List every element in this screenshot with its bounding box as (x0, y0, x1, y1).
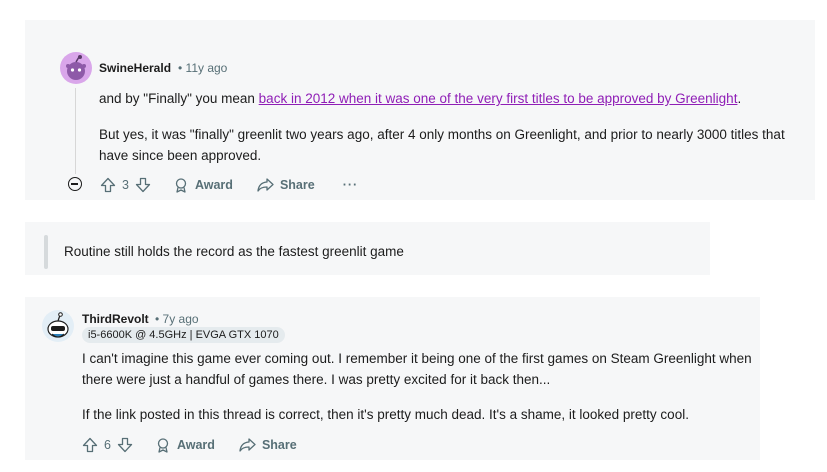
user-flair: i5-6600K @ 4.5GHz | EVGA GTX 1070 (82, 327, 285, 343)
thread-line[interactable] (75, 88, 76, 174)
comment-author[interactable]: SwineHerald (99, 61, 171, 75)
avatar[interactable] (60, 52, 92, 84)
comment-body-paragraph: I can't imagine this game ever coming ou… (82, 351, 752, 387)
upvote-icon[interactable] (82, 437, 98, 453)
snoo-avatar-icon (47, 312, 69, 338)
collapse-thread-icon[interactable] (68, 177, 82, 191)
comment-actions: 3 Award Share ··· (100, 177, 358, 193)
share-icon (257, 178, 274, 192)
award-button[interactable]: Award (173, 177, 233, 193)
comment-author[interactable]: ThirdRevolt (82, 312, 149, 326)
snoo-avatar-icon (66, 55, 86, 80)
comment-body-paragraph: If the link posted in this thread is cor… (82, 407, 689, 422)
award-icon (175, 178, 187, 193)
downvote-icon[interactable] (135, 177, 151, 193)
award-button[interactable]: Award (155, 437, 215, 453)
greenlight-link[interactable]: back in 2012 when it was one of the very… (259, 91, 738, 106)
share-icon (239, 438, 256, 452)
quote-text: Routine still holds the record as the fa… (64, 244, 404, 259)
upvote-icon[interactable] (100, 177, 116, 193)
blockquote-bar (44, 235, 48, 269)
comment-timestamp[interactable]: • 7y ago (155, 312, 199, 326)
award-icon (157, 438, 169, 453)
comment-actions: 6 Award Share (82, 437, 297, 453)
share-button[interactable]: Share (257, 177, 315, 193)
avatar[interactable] (42, 310, 74, 342)
comment-body-paragraph: But yes, it was "finally" greenlit two y… (99, 127, 785, 163)
share-button[interactable]: Share (239, 437, 297, 453)
more-options-icon[interactable]: ··· (343, 178, 359, 192)
vote-count: 3 (122, 178, 129, 192)
comment-timestamp[interactable]: • 11y ago (178, 61, 227, 75)
vote-count: 6 (104, 438, 111, 452)
comment-body-paragraph: and by "Finally" you mean back in 2012 w… (99, 91, 742, 106)
comment-swineherald (25, 20, 815, 200)
downvote-icon[interactable] (117, 437, 133, 453)
